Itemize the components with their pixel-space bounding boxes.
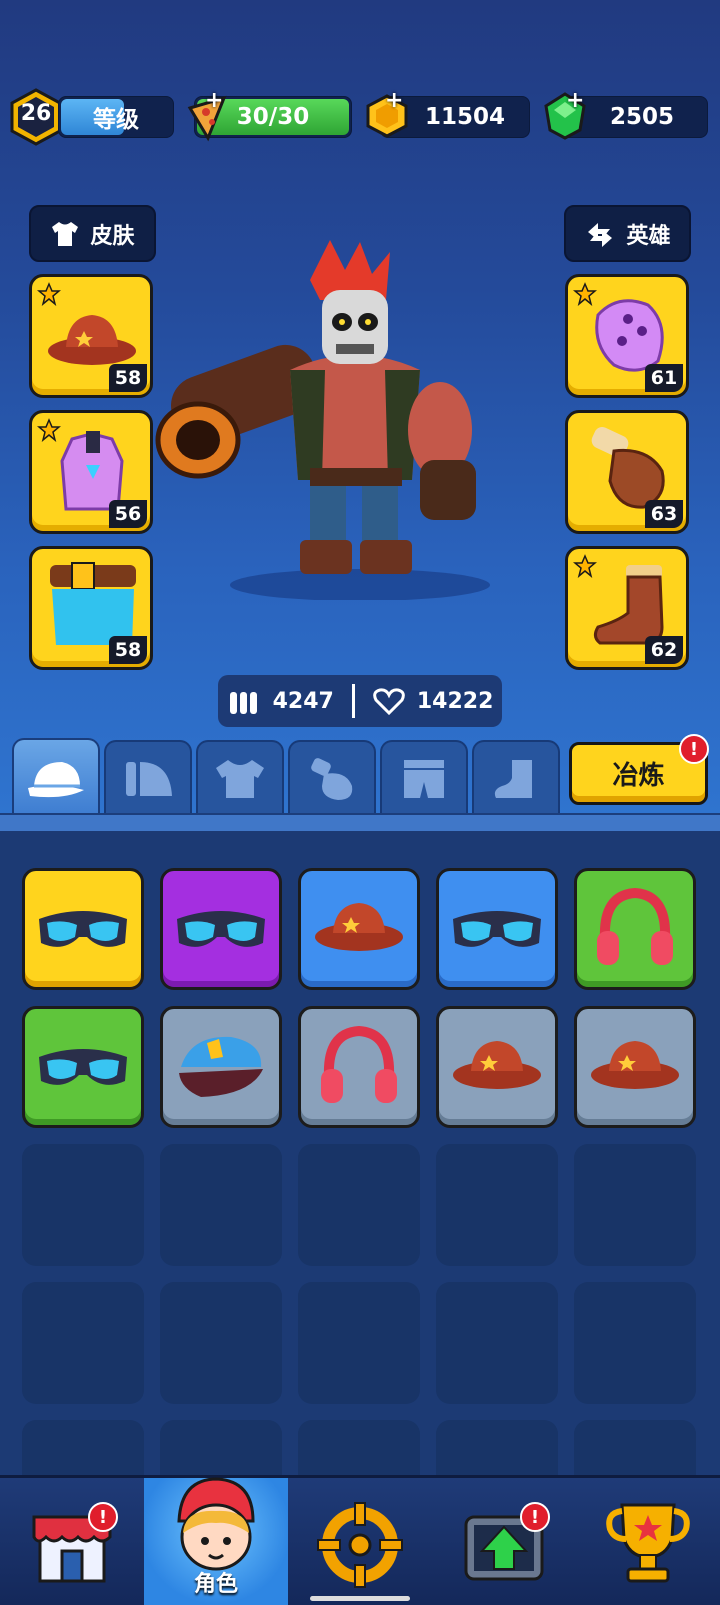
nav-character[interactable]: 角色 [144,1477,288,1605]
health-value: 14222 [416,688,494,714]
attack-value: 4247 [272,688,334,714]
nav-character-label: 角色 [193,1572,238,1597]
inventory-empty-slot [298,1282,420,1404]
heart-icon [373,688,405,715]
hero-switch-button[interactable]: 英雄 [564,205,691,262]
slot-level: 56 [109,500,147,528]
tab-strip [0,813,720,831]
inventory-empty-slot [22,1144,144,1266]
slot-level: 62 [645,636,683,664]
inventory-empty-slot [160,1144,282,1266]
equip-slot-shirt[interactable]: 56 [29,410,153,534]
add-gems-icon[interactable]: + [566,88,584,113]
player-level: 26 [20,101,52,126]
level-label: 等级 [93,107,139,133]
shirt-icon [216,760,264,798]
swap-icon [588,222,613,247]
shirt-icon [52,221,79,246]
nav-shop[interactable]: ! [0,1478,144,1605]
inventory-empty-slot [298,1144,420,1266]
inventory-item[interactable] [436,868,558,990]
slot-level: 58 [109,636,147,664]
hero-button-label: 英雄 [626,223,671,249]
trophy-icon [606,1503,690,1583]
inventory-item[interactable] [160,1006,282,1128]
ammo-icon [229,692,257,714]
tab-armor[interactable] [104,740,192,816]
goggles-icon [39,911,127,947]
goggles-icon [453,911,541,947]
cowboy-hat-icon [591,1041,679,1089]
refine-button-label: 冶炼 [612,761,665,791]
inventory-item[interactable] [436,1006,558,1128]
inventory-empty-slot [160,1282,282,1404]
goggles-icon [39,1049,127,1085]
tab-shirt[interactable] [196,740,284,816]
inventory-grid [0,831,720,1542]
home-indicator[interactable] [310,1596,410,1601]
stats-divider [351,684,355,718]
shoulder-icon [126,762,172,796]
slot-level: 58 [109,364,147,392]
inventory-item[interactable] [298,868,420,990]
gems-value: 2505 [609,104,674,130]
boot-icon [494,760,532,798]
tab-glove[interactable] [288,740,376,816]
shop-alert-icon: ! [88,1502,118,1532]
inventory-item[interactable] [22,1006,144,1128]
crosshair-icon [317,1502,403,1588]
inventory-empty-slot [436,1282,558,1404]
inventory-item[interactable] [160,868,282,990]
inventory-item[interactable] [574,1006,696,1128]
refine-alert-icon: ! [679,734,709,764]
level-bar[interactable]: 等级 [58,96,174,138]
add-energy-icon[interactable]: + [205,88,223,113]
upgrade-alert-icon: ! [520,1502,550,1532]
hero-area: 26 等级 30/30 + 11504 + 2505 + 皮肤 英雄 58 56… [0,0,720,815]
nav-battle[interactable] [288,1478,432,1605]
tab-hat[interactable] [12,738,100,818]
pants-icon [404,760,444,798]
cowboy-hat-icon [453,1041,541,1089]
equip-slot-glove[interactable]: 63 [565,410,689,534]
equip-slot-boots[interactable]: 62 [565,546,689,670]
skin-button[interactable]: 皮肤 [29,205,156,262]
nav-trophy[interactable] [576,1478,720,1605]
skin-button-label: 皮肤 [90,223,135,249]
hero-character[interactable] [150,240,510,600]
equip-slot-armor[interactable]: 61 [565,274,689,398]
cowboy-hat-icon [315,903,403,951]
police-cap-icon [179,1036,263,1097]
inventory-empty-slot [436,1144,558,1266]
nav-upgrade[interactable]: ! [432,1478,576,1605]
inventory-item[interactable] [298,1006,420,1128]
cap-icon [28,762,84,798]
bottom-nav: ! 角色 ! [0,1475,720,1605]
tab-boots[interactable] [472,740,560,816]
headphones-icon [321,1025,397,1103]
headphones-icon [597,887,673,965]
energy-value: 30/30 [236,104,310,130]
hero-stats: 4247 14222 [218,675,502,727]
inventory-item[interactable] [22,868,144,990]
goggles-icon [177,911,265,947]
inventory-item[interactable] [574,868,696,990]
slot-level: 63 [645,500,683,528]
inventory-empty-slot [574,1282,696,1404]
inventory-empty-slot [574,1144,696,1266]
coins-value: 11504 [424,104,506,130]
equip-slot-hat[interactable]: 58 [29,274,153,398]
tab-pants[interactable] [380,740,468,816]
slot-level: 61 [645,364,683,392]
inventory-empty-slot [22,1282,144,1404]
equip-slot-pants[interactable]: 58 [29,546,153,670]
glove-icon [311,758,353,800]
add-coins-icon[interactable]: + [385,88,403,113]
